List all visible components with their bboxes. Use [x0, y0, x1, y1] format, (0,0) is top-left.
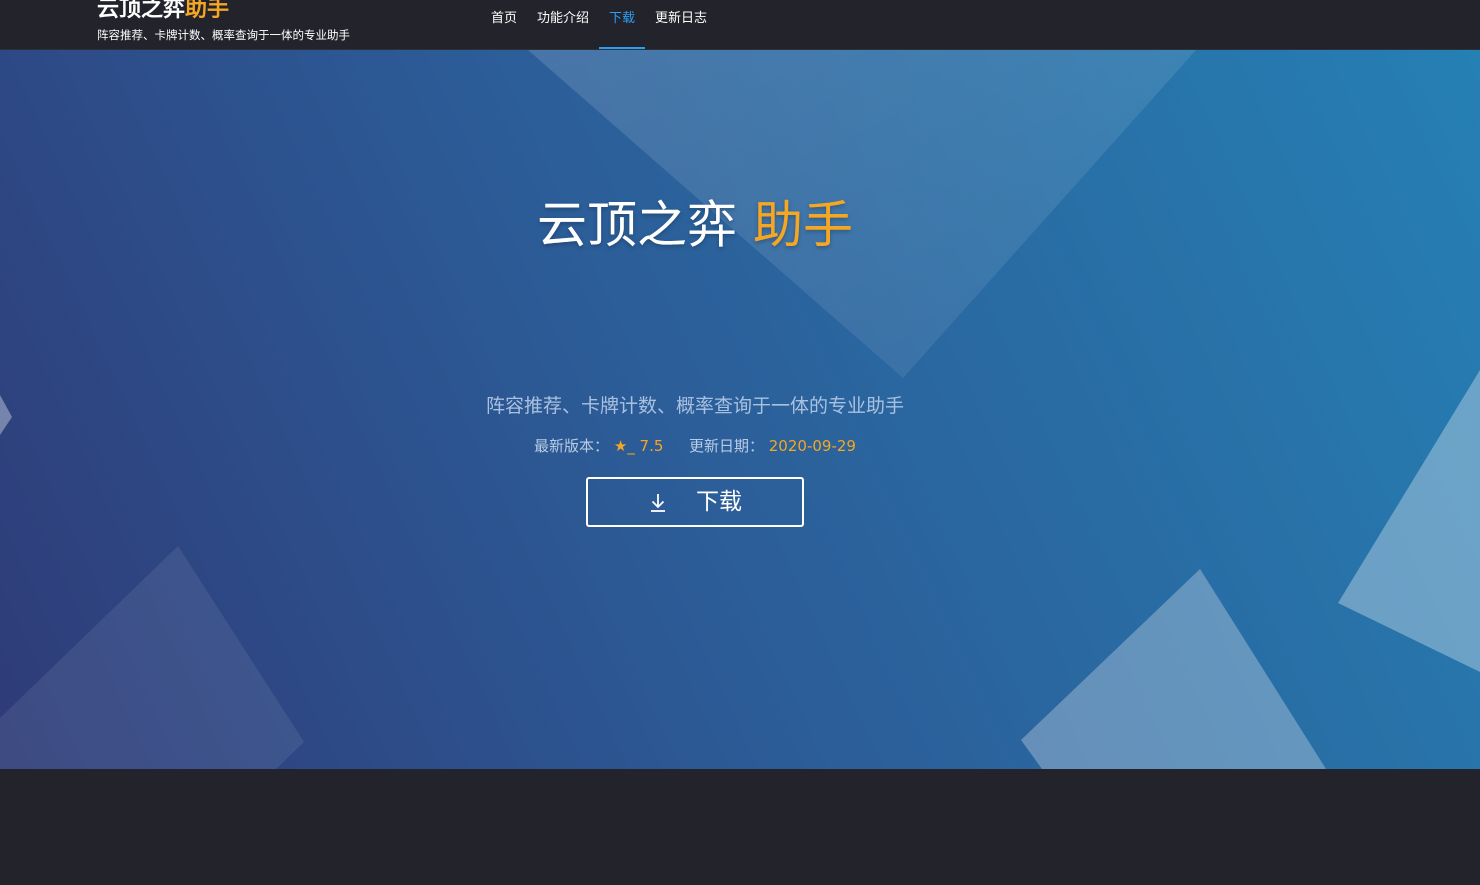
hero-title-main: 云顶之弈 — [537, 196, 738, 254]
nav-item-download[interactable]: 下载 — [599, 0, 646, 49]
footer-area — [0, 769, 1480, 885]
version-label: 最新版本： — [534, 437, 610, 455]
download-button-label: 下载 — [696, 489, 742, 515]
hero-title-accent: 助手 — [752, 196, 853, 254]
hero-subtitle: 阵容推荐、卡牌计数、概率查询于一体的专业助手 — [485, 395, 904, 417]
main-nav: 首页 功能介绍 下载 更新日志 — [481, 0, 717, 49]
hero-banner: 云顶之弈 助手 阵容推荐、卡牌计数、概率查询于一体的专业助手 最新版本： ★_ … — [0, 50, 1480, 769]
update-date-value: 2020-09-29 — [768, 437, 856, 455]
download-arrow-icon — [648, 491, 668, 513]
version-value: ★_ 7.5 — [613, 437, 664, 455]
version-info: 最新版本： ★_ 7.5 更新日期： 2020-09-29 — [0, 436, 1390, 456]
hero-title: 云顶之弈 助手 — [0, 195, 1390, 255]
download-button[interactable]: 下载 — [586, 477, 804, 527]
nav-item-features[interactable]: 功能介绍 — [527, 0, 599, 49]
site-tagline: 阵容推荐、卡牌计数、概率查询于一体的专业助手 — [97, 28, 350, 42]
nav-item-home[interactable]: 首页 — [481, 0, 527, 49]
decor-shape-bottom-right — [1021, 569, 1326, 769]
top-navigation-bar: 云顶之弈助手 阵容推荐、卡牌计数、概率查询于一体的专业助手 首页 功能介绍 下载… — [0, 0, 1480, 50]
logo-text-accent: 助手 — [185, 0, 230, 22]
nav-item-changelog[interactable]: 更新日志 — [645, 0, 717, 49]
logo-text-main: 云顶之弈 — [97, 0, 186, 22]
update-date-label: 更新日期： — [688, 437, 764, 455]
site-logo[interactable]: 云顶之弈助手 — [97, 0, 229, 24]
decor-shape-bottom-left — [0, 546, 304, 769]
